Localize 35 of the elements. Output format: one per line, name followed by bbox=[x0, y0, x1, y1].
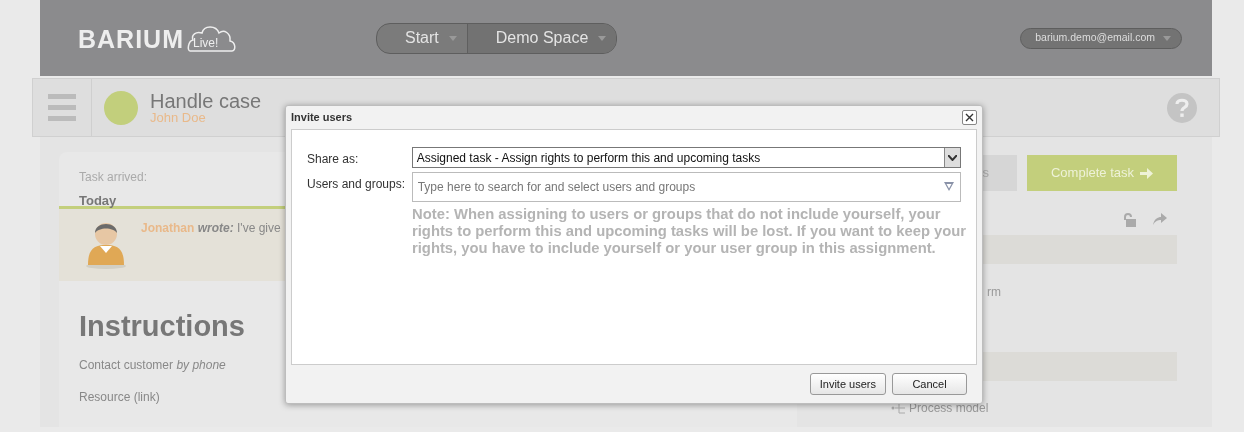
arrived-value: Today bbox=[79, 192, 117, 210]
users-search-field[interactable]: Type here to search for and select users and groups bbox=[411, 172, 961, 202]
arrow-icon bbox=[1140, 167, 1154, 179]
logo-text: BARIUM bbox=[78, 27, 184, 52]
close-icon bbox=[965, 113, 974, 122]
cancel-button[interactable]: Cancel bbox=[892, 373, 967, 395]
caret-icon bbox=[598, 35, 607, 41]
share-icon[interactable] bbox=[1153, 213, 1167, 225]
cloud-badge: Live! bbox=[186, 24, 236, 52]
caret-icon bbox=[448, 35, 457, 41]
field-label: Share as: bbox=[307, 151, 360, 168]
help-icon[interactable] bbox=[1167, 92, 1197, 123]
user-menu[interactable]: barium.demo@email.com bbox=[1020, 27, 1182, 49]
dropdown-icon[interactable] bbox=[944, 182, 954, 191]
caret-icon bbox=[1163, 35, 1171, 41]
dialog-title: Invite users bbox=[291, 110, 353, 126]
status-dot bbox=[104, 90, 138, 125]
chevron-icon bbox=[948, 154, 957, 161]
unlock-icon[interactable] bbox=[1123, 213, 1137, 227]
nav-button[interactable]: Start bbox=[377, 23, 467, 53]
invite-button[interactable]: Invite users bbox=[809, 373, 886, 395]
share-as-select[interactable]: Assigned task - Assign rights to perform this and upcoming tasks bbox=[411, 147, 961, 168]
comment-text: Jonathan wrote: I've give bbox=[141, 220, 281, 237]
instruction-text: Contact customer by phone bbox=[79, 356, 227, 374]
form-link[interactable]: rm bbox=[987, 283, 1001, 301]
instructions-heading: Instructions bbox=[79, 309, 246, 344]
note-text: Note: When assigning to users or groups that do not include yourself, your rights to perform this and upcoming tasks will be lost. If you want to keep your rights, you have to include yourself or your user group in this assignment. bbox=[412, 206, 968, 257]
instruction-text: Resource (link) bbox=[79, 388, 161, 406]
task-subtitle: John Doe bbox=[150, 111, 207, 124]
task-title: Handle case bbox=[150, 91, 262, 111]
close-button[interactable] bbox=[962, 110, 977, 125]
arrived-label: Task arrived: bbox=[79, 169, 148, 186]
field-label: Users and groups: bbox=[307, 176, 407, 193]
menu-icon[interactable] bbox=[48, 94, 76, 121]
nav-button[interactable]: Demo Space bbox=[466, 23, 617, 53]
